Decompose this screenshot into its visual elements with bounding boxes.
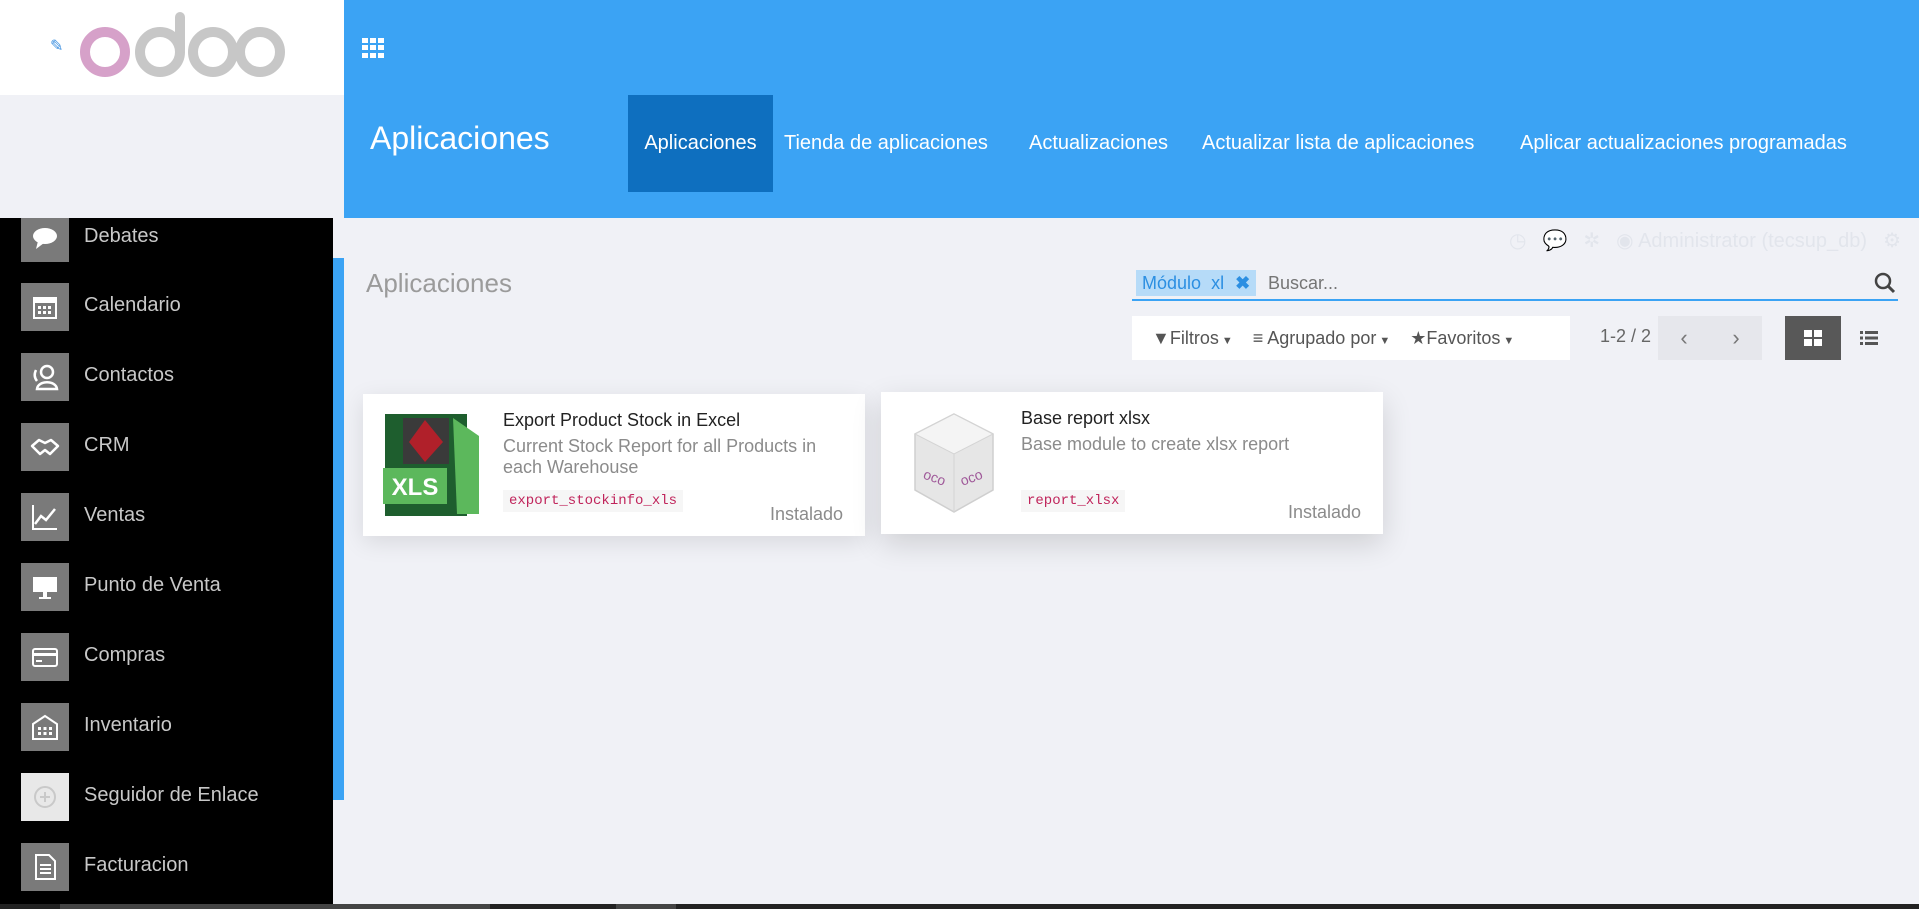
app-title: Aplicaciones: [370, 120, 550, 156]
systray: ◷ 💬 ✲ ◉ Administrator (tecsup_db) ⚙: [1509, 228, 1901, 252]
contacts-icon: [21, 353, 69, 401]
sidebar-item-debates[interactable]: Debates: [0, 218, 333, 271]
sidebar-item-label: Compras: [84, 644, 166, 666]
module-title: Base report xlsx: [1021, 408, 1151, 428]
sidebar-item-crm[interactable]: CRM: [0, 410, 333, 480]
chevron-right-icon: ›: [1732, 325, 1740, 350]
chart-icon: [21, 493, 69, 541]
bars-icon: ≡: [1252, 327, 1264, 348]
module-summary: Current Stock Report for all Products in…: [503, 436, 817, 477]
sidebar-item-label: Debates: [84, 225, 159, 247]
sidebar: Debates Calendario Contactos CRM Ventas …: [0, 218, 333, 904]
th-large-icon: [1804, 330, 1822, 346]
module-technical-name: export_stockinfo_xls: [503, 490, 684, 512]
sidebar-item-calendario[interactable]: Calendario: [0, 270, 333, 340]
chat-icon[interactable]: 💬: [1543, 228, 1568, 253]
link-tracker-icon: [21, 773, 69, 821]
monitor-icon: [21, 563, 69, 611]
module-state: Instalado: [1287, 502, 1361, 522]
nav-updates[interactable]: Actualizaciones: [1029, 95, 1168, 192]
facet-field: Módulo: [1142, 273, 1202, 293]
bug-icon[interactable]: ✲: [1583, 228, 1600, 253]
breadcrumb: Aplicaciones: [366, 268, 512, 298]
sidebar-item-label: CRM: [84, 434, 130, 456]
user-menu[interactable]: ◉ Administrator (tecsup_db): [1616, 228, 1867, 253]
search-bar: Módulo xl ✖: [1132, 266, 1898, 301]
sidebar-item-ventas[interactable]: Ventas: [0, 480, 333, 550]
nav-aplicaciones[interactable]: Aplicaciones: [628, 95, 773, 192]
sidebar-item-punto-de-venta[interactable]: Punto de Venta: [0, 550, 333, 620]
filter-icon: ▼: [1152, 327, 1170, 348]
filter-bar: ▼Filtros ▼ ≡ Agrupado por ▼ ★Favoritos ▼: [1132, 316, 1570, 360]
calendar-icon: [21, 283, 69, 331]
sidebar-item-contactos[interactable]: Contactos: [0, 340, 333, 410]
pager-buttons: ‹ ›: [1658, 316, 1762, 360]
caret-down-icon: ▼: [1503, 334, 1515, 347]
handshake-icon: [21, 423, 69, 471]
sidebar-item-label: Calendario: [84, 294, 181, 316]
clock-icon[interactable]: ◷: [1509, 228, 1526, 253]
filters-button[interactable]: ▼Filtros ▼: [1152, 328, 1233, 349]
sidebar-item-label: Punto de Venta: [84, 574, 221, 596]
search-icon[interactable]: [1874, 272, 1896, 294]
caret-down-icon: ▼: [1221, 334, 1233, 347]
pager-previous-button[interactable]: ‹: [1658, 316, 1710, 360]
module-icon: oco oco: [913, 413, 995, 513]
sidebar-item-label: Contactos: [84, 364, 175, 386]
module-title: Export Product Stock in Excel: [503, 410, 741, 430]
module-state: Instalado: [769, 504, 843, 524]
pager-value[interactable]: 1-2 / 2: [1600, 326, 1651, 347]
nav-apply-scheduled-upgrades[interactable]: Aplicar actualizaciones programadas: [1520, 95, 1847, 192]
nav-update-apps-list[interactable]: Actualizar lista de aplicaciones: [1202, 95, 1474, 192]
edit-logo-icon[interactable]: ✎: [50, 36, 66, 55]
chat-icon: [21, 218, 69, 262]
search-facet: Módulo xl ✖: [1136, 270, 1257, 296]
module-card[interactable]: XLS Export Product Stock in Excel Curren…: [363, 394, 865, 536]
sidebar-top-gap: [0, 95, 344, 218]
bottom-strip-segment: [60, 904, 490, 909]
credit-card-icon: [21, 633, 69, 681]
list-icon: [1860, 331, 1878, 345]
gear-icon[interactable]: ⚙: [1883, 228, 1901, 253]
favorites-button[interactable]: ★Favoritos ▼: [1410, 328, 1514, 349]
sidebar-item-label: Inventario: [84, 714, 172, 736]
sidebar-item-label: Facturacion: [84, 854, 189, 876]
facet-value: xl: [1211, 273, 1225, 293]
search-input[interactable]: [1266, 268, 1850, 298]
sidebar-item-label: Ventas: [84, 504, 146, 526]
bottom-strip-segment: [616, 904, 676, 909]
module-icon-text: XLS: [392, 474, 439, 501]
avatar: ◉: [1616, 229, 1634, 252]
sidebar-item-label: Seguidor de Enlace: [84, 784, 259, 806]
sidebar-item-facturacion[interactable]: Facturacion: [0, 830, 333, 900]
chevron-left-icon: ‹: [1680, 325, 1688, 350]
apps-menu-icon[interactable]: [362, 38, 388, 58]
sidebar-accent: [333, 258, 344, 800]
kanban-view-button[interactable]: [1785, 316, 1841, 360]
sidebar-item-inventario[interactable]: Inventario: [0, 690, 333, 760]
list-view-button[interactable]: [1841, 316, 1897, 360]
user-name: Administrator (tecsup_db): [1638, 229, 1868, 252]
star-icon: ★: [1410, 327, 1427, 348]
module-summary: Base module to create xlsx report: [1021, 434, 1290, 454]
sidebar-item-compras[interactable]: Compras: [0, 620, 333, 690]
module-icon: XLS: [383, 414, 479, 516]
caret-down-icon: ▼: [1379, 334, 1391, 347]
pager-next-button[interactable]: ›: [1710, 316, 1762, 360]
warehouse-icon: [21, 703, 69, 751]
groupby-button[interactable]: ≡ Agrupado por ▼: [1253, 328, 1391, 349]
sidebar-item-seguidor-de-enlace[interactable]: Seguidor de Enlace: [0, 760, 333, 830]
odoo-logo: [80, 12, 285, 77]
module-card[interactable]: oco oco Base report xlsx Base module to …: [881, 392, 1383, 534]
nav-app-store[interactable]: Tienda de aplicaciones: [784, 95, 988, 192]
module-technical-name: report_xlsx: [1021, 490, 1126, 512]
invoice-icon: [21, 843, 69, 891]
remove-facet-icon[interactable]: ✖: [1235, 273, 1250, 293]
